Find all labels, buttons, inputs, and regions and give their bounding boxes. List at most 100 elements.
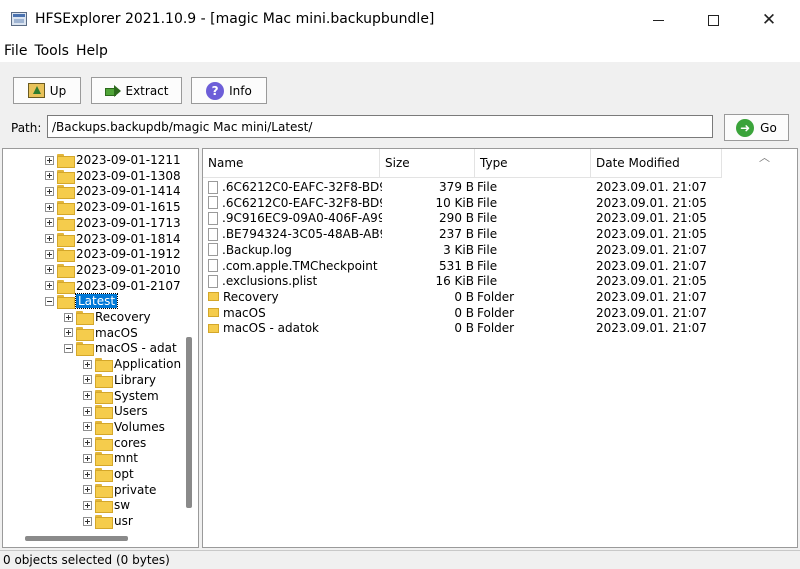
file-icon bbox=[208, 196, 218, 210]
status-bar: 0 objects selected (0 bytes) bbox=[0, 550, 800, 569]
app-icon bbox=[11, 12, 27, 26]
tree-item[interactable]: cores bbox=[83, 435, 146, 451]
tree-item[interactable]: Latest bbox=[45, 293, 119, 310]
tree-item[interactable]: mnt bbox=[83, 450, 138, 467]
file-list[interactable]: Name Size Type Date Modified ︿ .6C6212C0… bbox=[202, 148, 798, 548]
tree-item[interactable]: Library bbox=[83, 372, 156, 388]
expand-icon[interactable] bbox=[83, 453, 92, 463]
collapse-icon[interactable] bbox=[45, 296, 54, 306]
expand-icon[interactable] bbox=[45, 218, 54, 228]
column-header-date-modified[interactable]: Date Modified bbox=[591, 149, 722, 178]
file-row[interactable]: macOS 0 B Folder 2023.09.01. 21:07 bbox=[203, 305, 723, 321]
expand-icon[interactable] bbox=[83, 500, 92, 510]
extract-button[interactable]: Extract bbox=[91, 77, 182, 104]
expand-icon[interactable] bbox=[83, 438, 92, 448]
expand-icon[interactable] bbox=[45, 155, 54, 165]
file-date-modified: 2023.09.01. 21:05 bbox=[596, 274, 707, 289]
tree-item[interactable]: macOS bbox=[64, 325, 138, 341]
tree-item-label: Volumes bbox=[114, 419, 165, 434]
tree-vertical-scrollbar[interactable] bbox=[186, 337, 192, 508]
file-row[interactable]: .6C6212C0-EAFC-32F8-BD9I 10 KiB File 2023.0… bbox=[203, 195, 723, 211]
folder-icon bbox=[57, 185, 75, 200]
expand-icon[interactable] bbox=[45, 186, 54, 196]
file-name-cell: Recovery bbox=[208, 289, 382, 305]
file-row[interactable]: macOS - adatok 0 B Folder 2023.09.01. 21:07 bbox=[203, 320, 723, 336]
file-row[interactable]: .6C6212C0-EAFC-32F8-BD9I 379 B File 2023.09… bbox=[203, 179, 723, 195]
file-size: 10 KiB bbox=[435, 195, 474, 210]
minimize-button[interactable] bbox=[635, 0, 681, 40]
file-row[interactable]: Recovery 0 B Folder 2023.09.01. 21:07 bbox=[203, 289, 723, 305]
up-button-label: Up bbox=[49, 83, 67, 98]
expand-icon[interactable] bbox=[64, 312, 73, 322]
info-button-label: Info bbox=[229, 83, 252, 98]
tree-item[interactable]: System bbox=[83, 388, 159, 404]
tree-item[interactable]: usr bbox=[83, 513, 133, 530]
file-row[interactable]: .BE794324-3C05-48AB-AB99 237 B File 2023.09… bbox=[203, 226, 723, 242]
file-name: .9C916EC9-09A0-406F-A992 bbox=[222, 211, 382, 226]
expand-icon[interactable] bbox=[83, 469, 92, 479]
folder-icon bbox=[57, 216, 75, 231]
tree-item[interactable]: Users bbox=[83, 403, 148, 420]
expand-icon[interactable] bbox=[83, 422, 92, 432]
file-row[interactable]: .exclusions.plist 16 KiB File 2023.09.01. 2… bbox=[203, 273, 723, 289]
expand-icon[interactable] bbox=[45, 171, 54, 181]
maximize-button[interactable] bbox=[690, 0, 736, 40]
column-header-size[interactable]: Size bbox=[380, 149, 475, 178]
expand-icon[interactable] bbox=[45, 202, 54, 212]
expand-icon[interactable] bbox=[45, 234, 54, 243]
menu-file[interactable]: File bbox=[4, 43, 27, 59]
tree-item[interactable]: sw bbox=[83, 497, 130, 514]
file-date-modified: 2023.09.01. 21:05 bbox=[596, 211, 707, 226]
file-size: 0 B bbox=[454, 321, 474, 336]
expand-icon[interactable] bbox=[83, 485, 92, 495]
collapse-icon[interactable] bbox=[64, 343, 73, 353]
tree-item-label: usr bbox=[114, 514, 133, 529]
tree-item-label: 2023-09-01-1912 bbox=[76, 247, 181, 262]
expand-icon[interactable] bbox=[45, 281, 54, 291]
tree-item[interactable]: 2023-09-01-2107 bbox=[45, 278, 181, 294]
tree-item[interactable]: 2023-09-01-1615 bbox=[45, 199, 181, 216]
path-bar: Path: ➜ Go bbox=[0, 112, 800, 146]
tree-item[interactable]: private bbox=[83, 482, 156, 498]
folder-tree[interactable]: 2023-09-01-1211 2023-09-01-1308 2023-09-01… bbox=[2, 148, 199, 548]
menu-help[interactable]: Help bbox=[76, 43, 108, 59]
menu-tools[interactable]: Tools bbox=[34, 43, 69, 59]
tree-item[interactable]: 2023-09-01-1713 bbox=[45, 215, 181, 231]
expand-icon[interactable] bbox=[64, 328, 73, 338]
tree-item[interactable]: Application bbox=[83, 356, 181, 373]
tree-item[interactable]: 2023-09-01-1814 bbox=[45, 231, 181, 247]
tree-item-label: Library bbox=[114, 372, 156, 387]
file-type: File bbox=[477, 211, 498, 226]
tree-item[interactable]: 2023-09-01-1211 bbox=[45, 152, 181, 168]
expand-icon[interactable] bbox=[83, 375, 92, 385]
path-input[interactable] bbox=[47, 115, 713, 138]
tree-item[interactable]: 2023-09-01-1912 bbox=[45, 246, 181, 263]
expand-icon[interactable] bbox=[83, 516, 92, 526]
tree-item[interactable]: Volumes bbox=[83, 419, 165, 435]
tree-item-label: mnt bbox=[114, 451, 138, 466]
tree-item[interactable]: 2023-09-01-1414 bbox=[45, 183, 181, 200]
column-header-name[interactable]: Name bbox=[203, 149, 380, 178]
expand-icon[interactable] bbox=[83, 406, 92, 416]
expand-icon[interactable] bbox=[83, 391, 92, 400]
expand-icon[interactable] bbox=[83, 359, 92, 369]
tree-item[interactable]: macOS - adat bbox=[64, 340, 177, 357]
tree-item[interactable]: opt bbox=[83, 466, 134, 482]
info-button[interactable]: ? Info bbox=[191, 77, 267, 104]
close-button[interactable]: ✕ bbox=[746, 0, 792, 40]
expand-icon[interactable] bbox=[45, 265, 54, 275]
tree-item[interactable]: 2023-09-01-1308 bbox=[45, 168, 181, 184]
expand-icon[interactable] bbox=[45, 249, 54, 259]
file-size: 16 KiB bbox=[435, 274, 474, 289]
go-button-label: Go bbox=[760, 120, 777, 135]
file-row[interactable]: .Backup.log 3 KiB File 2023.09.01. 21:07 bbox=[203, 242, 723, 258]
file-row[interactable]: .com.apple.TMCheckpoint 531 B File 2023.09.… bbox=[203, 258, 723, 274]
file-row[interactable]: .9C916EC9-09A0-406F-A992 290 B File 2023.09… bbox=[203, 210, 723, 226]
tree-item-label: opt bbox=[114, 467, 134, 481]
go-button[interactable]: ➜ Go bbox=[724, 114, 789, 141]
tree-item[interactable]: 2023-09-01-2010 bbox=[45, 262, 181, 278]
tree-item[interactable]: Recovery bbox=[64, 309, 151, 325]
tree-horizontal-scrollbar[interactable] bbox=[25, 536, 128, 541]
up-button[interactable]: Up bbox=[13, 77, 81, 104]
column-header-type[interactable]: Type bbox=[475, 149, 591, 178]
